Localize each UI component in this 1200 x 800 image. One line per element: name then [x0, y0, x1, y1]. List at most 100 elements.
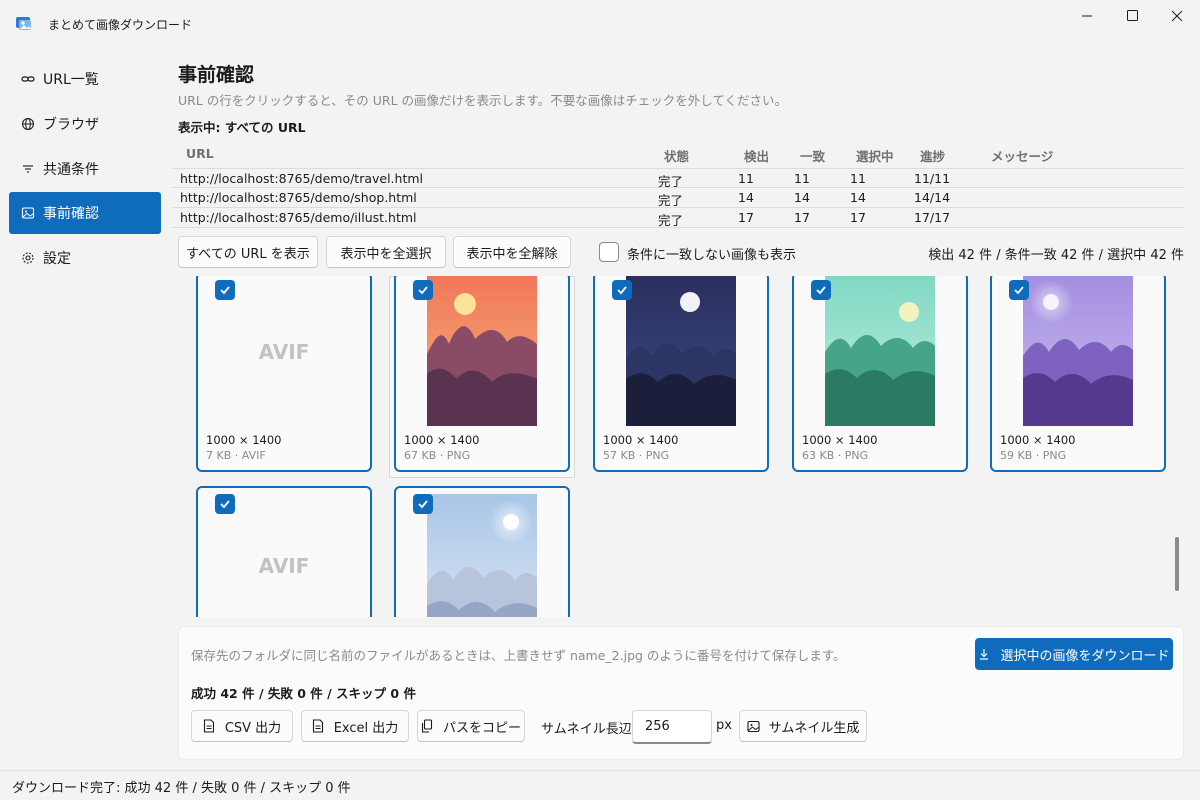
card-checkbox[interactable]	[215, 280, 235, 300]
column-header-found[interactable]: 検出	[744, 146, 769, 165]
select-all-visible-button[interactable]: 表示中を全選択	[326, 236, 446, 268]
image-icon	[747, 719, 761, 733]
card-checkbox[interactable]	[413, 494, 433, 514]
status-text: ダウンロード完了: 成功 42 件 / 失敗 0 件 / スキップ 0 件	[12, 781, 351, 796]
column-header-status[interactable]: 状態	[664, 146, 689, 165]
column-header-url[interactable]: URL	[186, 146, 214, 161]
row-status: 完了	[658, 213, 684, 228]
card-checkbox[interactable]	[1009, 280, 1029, 300]
image-dimensions: 1000 × 1400	[1000, 433, 1076, 447]
card-checkbox[interactable]	[811, 280, 831, 300]
column-header-progress[interactable]: 進捗	[920, 146, 945, 165]
sidebar-item-label: ブラウザ	[43, 117, 99, 133]
overwrite-note: 保存先のフォルダに同じ名前のファイルがあるときは、上書きせず name_2.jp…	[191, 648, 846, 663]
copy-path-label: パスをコピー	[442, 720, 521, 736]
link-icon	[21, 72, 35, 86]
sidebar-item-label: 設定	[43, 251, 71, 267]
card-checkbox[interactable]	[215, 494, 235, 514]
page-title: 事前確認	[178, 64, 255, 86]
filter-icon	[21, 162, 35, 176]
status-bar: ダウンロード完了: 成功 42 件 / 失敗 0 件 / スキップ 0 件	[0, 770, 1200, 800]
table-row[interactable]: http://localhost:8765/demo/illust.html 完…	[172, 208, 1184, 228]
sidebar-item-url-list[interactable]: URL一覧	[9, 59, 161, 99]
sidebar-item-common-conditions[interactable]: 共通条件	[9, 149, 161, 189]
maximize-button[interactable]	[1110, 0, 1156, 32]
sidebar-item-preview[interactable]: 事前確認	[9, 192, 161, 234]
image-thumbnail	[1023, 276, 1133, 426]
column-header-message[interactable]: メッセージ	[991, 146, 1053, 165]
sidebar-item-label: 共通条件	[43, 162, 99, 178]
image-dimensions: 1000 × 1400	[404, 433, 480, 447]
window-title: まとめて画像ダウンロード	[48, 18, 193, 32]
image-grid: AVIF 1000 × 1400 7 KB · AVIF 1000 × 1400…	[190, 276, 1180, 617]
download-panel: 保存先のフォルダに同じ名前のファイルがあるときは、上書きせず name_2.jp…	[178, 626, 1184, 760]
grid-scrollbar-thumb[interactable]	[1175, 537, 1179, 591]
result-summary: 成功 42 件 / 失敗 0 件 / スキップ 0 件	[191, 686, 416, 701]
table-row[interactable]: http://localhost:8765/demo/shop.html 完了 …	[172, 188, 1184, 208]
show-unmatched-label[interactable]: 条件に一致しない画像も表示	[627, 244, 796, 263]
avif-placeholder: AVIF	[258, 554, 310, 578]
app-logo-icon	[14, 14, 34, 34]
excel-export-button[interactable]: Excel 出力	[301, 710, 409, 742]
copy-path-button[interactable]: パスをコピー	[417, 710, 525, 742]
row-url: http://localhost:8765/demo/shop.html	[180, 190, 417, 205]
image-dimensions: 1000 × 1400	[802, 433, 878, 447]
column-header-match[interactable]: 一致	[800, 146, 825, 165]
row-selected: 14	[850, 190, 866, 205]
generate-thumbnails-button[interactable]: サムネイル生成	[739, 710, 867, 742]
card-checkbox[interactable]	[413, 280, 433, 300]
image-meta: 7 KB · AVIF	[206, 449, 266, 462]
row-progress: 14/14	[914, 190, 951, 205]
row-found: 11	[738, 171, 754, 186]
download-selected-button[interactable]: 選択中の画像をダウンロード	[975, 638, 1173, 670]
row-match: 17	[794, 210, 810, 225]
image-dimensions: 1000 × 1400	[206, 433, 282, 447]
image-card[interactable]: AVIF	[196, 486, 372, 617]
show-all-urls-button[interactable]: すべての URL を表示	[178, 236, 318, 268]
showing-label: 表示中: すべての URL	[178, 120, 306, 135]
row-match: 11	[794, 171, 810, 186]
globe-icon	[21, 117, 35, 131]
deselect-all-visible-button[interactable]: 表示中を全解除	[453, 236, 571, 268]
row-selected: 17	[850, 210, 866, 225]
image-thumbnail	[825, 276, 935, 426]
csv-export-label: CSV 出力	[224, 720, 282, 736]
image-thumbnail	[427, 494, 537, 617]
image-card[interactable]	[394, 486, 570, 617]
image-icon	[21, 206, 35, 220]
table-row[interactable]: http://localhost:8765/demo/travel.html 完…	[172, 168, 1184, 189]
image-card[interactable]: 1000 × 1400 63 KB · PNG	[792, 276, 968, 472]
card-checkbox[interactable]	[612, 280, 632, 300]
row-progress: 17/17	[914, 210, 951, 225]
csv-export-button[interactable]: CSV 出力	[191, 710, 293, 742]
image-card[interactable]: 1000 × 1400 59 KB · PNG	[990, 276, 1166, 472]
row-url: http://localhost:8765/demo/travel.html	[180, 171, 424, 186]
sidebar-item-label: 事前確認	[43, 206, 99, 222]
close-button[interactable]	[1154, 0, 1200, 32]
title-bar: まとめて画像ダウンロード	[0, 0, 1200, 48]
row-selected: 11	[850, 171, 866, 186]
row-found: 17	[738, 210, 754, 225]
sidebar-item-browser[interactable]: ブラウザ	[9, 104, 161, 144]
sidebar-item-settings[interactable]: 設定	[9, 238, 161, 278]
image-card[interactable]: 1000 × 1400 57 KB · PNG	[593, 276, 769, 472]
image-thumbnail	[427, 276, 537, 426]
image-card[interactable]: 1000 × 1400 67 KB · PNG	[394, 276, 570, 472]
row-url: http://localhost:8765/demo/illust.html	[180, 210, 417, 225]
image-meta: 63 KB · PNG	[802, 449, 869, 462]
show-unmatched-checkbox[interactable]	[599, 242, 619, 262]
document-icon	[203, 719, 217, 733]
image-card[interactable]: AVIF 1000 × 1400 7 KB · AVIF	[196, 276, 372, 472]
thumb-size-input[interactable]: 256	[632, 710, 712, 744]
row-progress: 11/11	[914, 171, 951, 186]
excel-export-label: Excel 出力	[333, 720, 399, 736]
image-meta: 67 KB · PNG	[404, 449, 471, 462]
image-dimensions: 1000 × 1400	[603, 433, 679, 447]
download-selected-label: 選択中の画像をダウンロード	[1000, 648, 1170, 664]
column-header-selected[interactable]: 選択中	[856, 146, 894, 165]
row-status: 完了	[658, 193, 684, 208]
gear-icon	[21, 251, 35, 265]
thumb-size-label: サムネイル長辺	[541, 722, 632, 737]
document-icon	[312, 719, 326, 733]
minimize-button[interactable]	[1064, 0, 1110, 32]
